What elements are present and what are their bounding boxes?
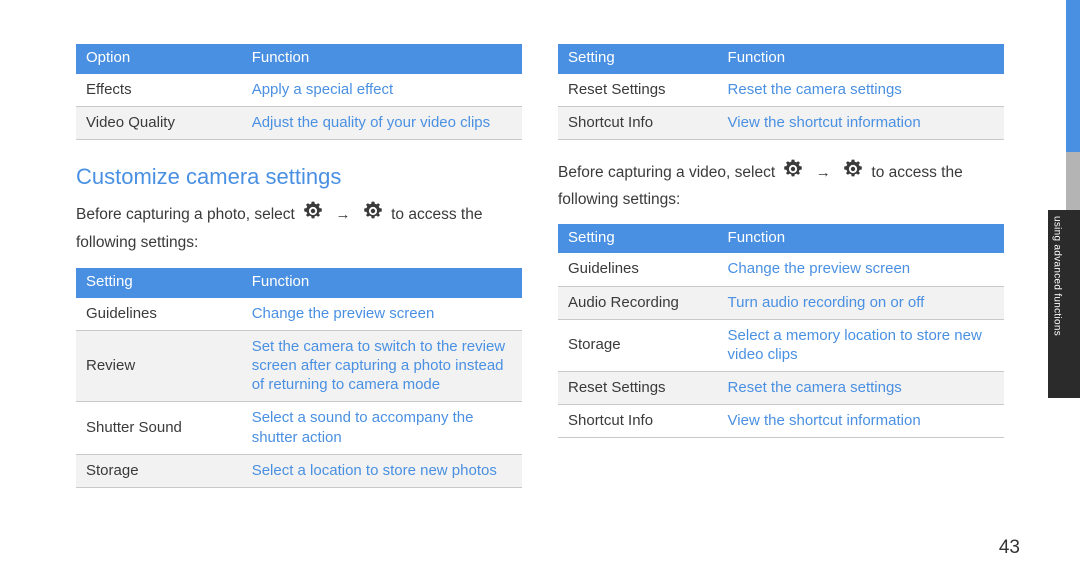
page-number: 43: [998, 537, 1020, 558]
gear-icon: [781, 158, 805, 189]
intro-paragraph-video: Before capturing a video, select → to ac…: [558, 158, 1004, 212]
cell-setting: Shortcut Info: [558, 404, 718, 439]
table-video-settings: Setting Function Guidelines Change the p…: [558, 223, 1004, 439]
cell-option: Effects: [76, 73, 242, 107]
table-row: Guidelines Change the preview screen: [558, 253, 1004, 287]
section-heading: Customize camera settings: [76, 163, 342, 189]
cell-function: Reset the camera settings: [717, 371, 1004, 406]
table-row: Effects Apply a special effect: [76, 73, 522, 107]
table-row: Storage Select a memory location to stor…: [558, 319, 1004, 373]
cell-function: View the shortcut information: [717, 404, 1004, 439]
gear-icon: [361, 200, 385, 231]
table-row: Video Quality Adjust the quality of your…: [76, 106, 522, 140]
cell-function: Adjust the quality of your video clips: [241, 106, 522, 140]
table-header-row: Setting Function: [76, 268, 522, 298]
cell-function: Set the camera to switch to the review s…: [241, 330, 522, 403]
table-camera-options: Option Function Effects Apply a special …: [76, 44, 522, 140]
table-row: Shutter Sound Select a sound to accompan…: [76, 401, 522, 455]
table-header-row: Setting Function: [558, 44, 1004, 74]
edge-tab-label-text: using advanced functions: [1051, 216, 1063, 337]
table-header-row: Option Function: [76, 44, 522, 74]
cell-function: Apply a special effect: [241, 73, 522, 107]
column-header-function: Function: [241, 44, 522, 74]
edge-tab-blue: [1066, 0, 1080, 152]
cell-function: Turn audio recording on or off: [717, 286, 1004, 320]
column-header-setting: Setting: [76, 268, 242, 298]
arrow-right-icon: →: [815, 163, 831, 181]
cell-setting: Guidelines: [558, 253, 718, 287]
table-row: Guidelines Change the preview screen: [76, 297, 522, 331]
cell-function: Change the preview screen: [717, 253, 1004, 287]
cell-function: Select a location to store new photos: [241, 454, 522, 489]
cell-function: Change the preview screen: [241, 297, 522, 331]
edge-tab-strip: using advanced functions: [1048, 0, 1080, 585]
column-header-option: Option: [76, 44, 242, 74]
table-row: Audio Recording Turn audio recording on …: [558, 286, 1004, 320]
table-photo-settings: Setting Function Guidelines Change the p…: [76, 268, 522, 489]
cell-setting: Shutter Sound: [76, 401, 242, 455]
edge-tab-gray: [1066, 152, 1080, 210]
table-header-row: Setting Function: [558, 223, 1004, 254]
intro-text-before: Before capturing a photo, select: [76, 206, 295, 224]
cell-setting: Storage: [76, 454, 242, 489]
gear-icon: [841, 158, 865, 189]
column-header-function: Function: [717, 44, 1004, 74]
arrow-right-icon: →: [335, 206, 351, 224]
right-column: Setting Function Reset Settings Reset th…: [558, 44, 1004, 439]
cell-setting: Shortcut Info: [558, 106, 718, 140]
table-row: Storage Select a location to store new p…: [76, 454, 522, 489]
cell-setting: Reset Settings: [558, 73, 718, 107]
table-row: Shortcut Info View the shortcut informat…: [558, 106, 1004, 140]
cell-function: Select a memory location to store new vi…: [717, 319, 1004, 373]
column-header-function: Function: [241, 268, 522, 298]
column-header-setting: Setting: [558, 44, 718, 74]
table-row: Reset Settings Reset the camera settings: [558, 371, 1004, 406]
cell-setting: Reset Settings: [558, 371, 718, 406]
table-row: Reset Settings Reset the camera settings: [558, 73, 1004, 107]
cell-setting: Review: [76, 330, 242, 403]
table-camera-settings-continued: Setting Function Reset Settings Reset th…: [558, 44, 1004, 140]
edge-tab-label: using advanced functions: [1048, 210, 1066, 398]
cell-option: Video Quality: [76, 106, 242, 140]
cell-function: Select a sound to accompany the shutter …: [241, 401, 522, 455]
edge-tab-dark: [1066, 210, 1080, 398]
cell-function: View the shortcut information: [717, 106, 1004, 140]
intro-text-before: Before capturing a video, select: [558, 163, 776, 181]
document-page: using advanced functions Option Function…: [0, 0, 1080, 585]
left-column: Option Function Effects Apply a special …: [76, 44, 522, 489]
column-header-setting: Setting: [558, 223, 718, 254]
cell-setting: Audio Recording: [558, 286, 718, 320]
column-header-function: Function: [717, 223, 1004, 254]
gear-icon: [301, 200, 325, 231]
table-row: Shortcut Info View the shortcut informat…: [558, 404, 1004, 439]
cell-function: Reset the camera settings: [717, 73, 1004, 107]
cell-setting: Storage: [558, 319, 718, 373]
table-row: Review Set the camera to switch to the r…: [76, 330, 522, 403]
intro-paragraph-photo: Before capturing a photo, select → to ac…: [76, 200, 522, 254]
cell-setting: Guidelines: [76, 297, 242, 331]
